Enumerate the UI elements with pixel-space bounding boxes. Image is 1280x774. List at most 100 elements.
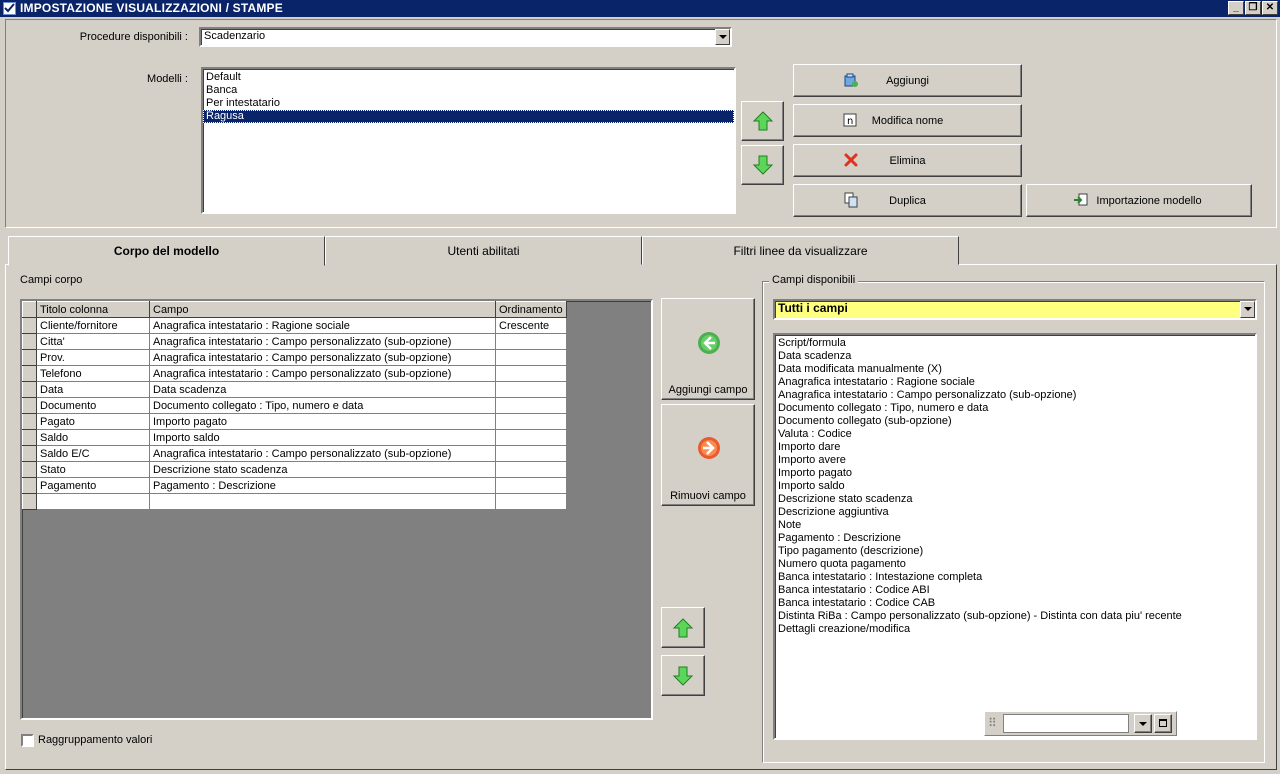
cell-titolo[interactable]: Data bbox=[36, 381, 150, 398]
cell-titolo[interactable]: Citta' bbox=[36, 333, 150, 350]
cell-ordinamento[interactable] bbox=[495, 333, 567, 350]
chevron-down-icon[interactable] bbox=[715, 29, 730, 45]
table-row[interactable]: Stato Descrizione stato scadenza bbox=[22, 461, 567, 478]
table-row[interactable]: Pagato Importo pagato bbox=[22, 413, 567, 430]
col-header-titolo[interactable]: Titolo colonna bbox=[36, 301, 150, 318]
table-row[interactable] bbox=[22, 493, 567, 510]
cell-ordinamento[interactable] bbox=[495, 493, 567, 510]
grip-icon[interactable]: ⠿ bbox=[988, 716, 997, 730]
table-row[interactable]: Cliente/fornitore Anagrafica intestatario… bbox=[22, 317, 567, 334]
row-header[interactable] bbox=[22, 333, 37, 350]
row-header[interactable] bbox=[22, 349, 37, 366]
cell-titolo[interactable]: Stato bbox=[36, 461, 150, 478]
table-row[interactable]: Pagamento Pagamento : Descrizione bbox=[22, 477, 567, 494]
row-header[interactable] bbox=[22, 413, 37, 430]
cell-campo[interactable]: Anagrafica intestatario : Campo personal… bbox=[149, 445, 496, 462]
campo-disponibile-item[interactable]: Descrizione stato scadenza bbox=[775, 493, 1255, 506]
campo-disponibile-item[interactable]: Anagrafica intestatario : Ragione social… bbox=[775, 376, 1255, 389]
campo-disponibile-item[interactable]: Documento collegato (sub-opzione) bbox=[775, 415, 1255, 428]
cell-titolo[interactable]: Pagamento bbox=[36, 477, 150, 494]
cell-ordinamento[interactable] bbox=[495, 477, 567, 494]
table-row[interactable]: Saldo Importo saldo bbox=[22, 429, 567, 446]
aggiungi-campo-button[interactable]: Aggiungi campo bbox=[661, 298, 755, 400]
tab-corpo-del-modello[interactable]: Corpo del modello bbox=[8, 236, 325, 266]
campo-disponibile-item[interactable]: Valuta : Codice bbox=[775, 428, 1255, 441]
campo-disponibile-item[interactable]: Dettagli creazione/modifica bbox=[775, 623, 1255, 636]
campo-disponibile-item[interactable]: Banca intestatario : Codice CAB bbox=[775, 597, 1255, 610]
row-header[interactable] bbox=[22, 477, 37, 494]
cell-ordinamento[interactable] bbox=[495, 461, 567, 478]
campo-disponibile-item[interactable]: Descrizione aggiuntiva bbox=[775, 506, 1255, 519]
cell-ordinamento[interactable] bbox=[495, 445, 567, 462]
chevron-down-icon[interactable] bbox=[1240, 301, 1255, 318]
cell-titolo[interactable] bbox=[36, 493, 150, 510]
cell-titolo[interactable]: Saldo E/C bbox=[36, 445, 150, 462]
campo-disponibile-item[interactable]: Tipo pagamento (descrizione) bbox=[775, 545, 1255, 558]
cell-ordinamento[interactable] bbox=[495, 365, 567, 382]
row-header[interactable] bbox=[22, 429, 37, 446]
field-move-down-button[interactable] bbox=[661, 655, 705, 696]
minimize-button[interactable]: _ bbox=[1228, 1, 1244, 15]
cell-titolo[interactable]: Telefono bbox=[36, 365, 150, 382]
cell-titolo[interactable]: Prov. bbox=[36, 349, 150, 366]
campo-disponibile-item[interactable]: Importo saldo bbox=[775, 480, 1255, 493]
campo-disponibile-item[interactable]: Importo pagato bbox=[775, 467, 1255, 480]
model-move-down-button[interactable] bbox=[741, 145, 784, 185]
campo-disponibile-item[interactable]: Data modificata manualmente (X) bbox=[775, 363, 1255, 376]
cell-campo[interactable]: Anagrafica intestatario : Campo personal… bbox=[149, 349, 496, 366]
restore-button[interactable]: ❐ bbox=[1245, 1, 1261, 15]
search-window-button[interactable] bbox=[1154, 714, 1172, 733]
cell-campo[interactable]: Pagamento : Descrizione bbox=[149, 477, 496, 494]
cell-campo[interactable]: Anagrafica intestatario : Ragione social… bbox=[149, 317, 496, 334]
rimuovi-campo-button[interactable]: Rimuovi campo bbox=[661, 404, 755, 506]
campo-disponibile-item[interactable]: Pagamento : Descrizione bbox=[775, 532, 1255, 545]
cell-titolo[interactable]: Saldo bbox=[36, 429, 150, 446]
campi-disponibili-list[interactable]: Script/formula Data scadenza Data modifica… bbox=[773, 333, 1257, 740]
cell-ordinamento[interactable] bbox=[495, 413, 567, 430]
close-button[interactable]: ✕ bbox=[1262, 1, 1278, 15]
campo-disponibile-item[interactable]: Anagrafica intestatario : Campo personal… bbox=[775, 389, 1255, 402]
cell-titolo[interactable]: Pagato bbox=[36, 413, 150, 430]
raggruppamento-checkbox[interactable] bbox=[21, 734, 34, 747]
modello-item-selected[interactable]: Ragusa bbox=[203, 110, 734, 123]
procedure-select[interactable]: Scadenzario bbox=[199, 27, 732, 47]
model-move-up-button[interactable] bbox=[741, 101, 784, 141]
campo-disponibile-item[interactable]: Importo avere bbox=[775, 454, 1255, 467]
table-row[interactable]: Telefono Anagrafica intestatario : Campo … bbox=[22, 365, 567, 382]
cell-campo[interactable] bbox=[149, 493, 496, 510]
row-header[interactable] bbox=[22, 397, 37, 414]
modello-item[interactable]: Default bbox=[203, 71, 734, 84]
campo-disponibile-item[interactable]: Data scadenza bbox=[775, 350, 1255, 363]
campo-disponibile-item[interactable]: Note bbox=[775, 519, 1255, 532]
campo-disponibile-item[interactable]: Distinta RiBa : Campo personalizzato (su… bbox=[775, 610, 1255, 623]
campo-disponibile-item[interactable]: Documento collegato : Tipo, numero e dat… bbox=[775, 402, 1255, 415]
search-input[interactable] bbox=[1003, 714, 1129, 733]
cell-campo[interactable]: Data scadenza bbox=[149, 381, 496, 398]
cell-campo[interactable]: Documento collegato : Tipo, numero e dat… bbox=[149, 397, 496, 414]
row-header[interactable] bbox=[22, 317, 37, 334]
campo-disponibile-item[interactable]: Script/formula bbox=[775, 337, 1255, 350]
cell-campo[interactable]: Importo pagato bbox=[149, 413, 496, 430]
row-header[interactable] bbox=[22, 365, 37, 382]
campi-corpo-grid[interactable]: Titolo colonna Campo Ordinamento Cliente… bbox=[20, 299, 653, 720]
row-header[interactable] bbox=[22, 461, 37, 478]
cell-ordinamento[interactable] bbox=[495, 429, 567, 446]
cell-campo[interactable]: Anagrafica intestatario : Campo personal… bbox=[149, 333, 496, 350]
row-header[interactable] bbox=[22, 381, 37, 398]
table-row[interactable]: Citta' Anagrafica intestatario : Campo pe… bbox=[22, 333, 567, 350]
cell-titolo[interactable]: Documento bbox=[36, 397, 150, 414]
cell-campo[interactable]: Descrizione stato scadenza bbox=[149, 461, 496, 478]
cell-ordinamento[interactable] bbox=[495, 397, 567, 414]
modello-item[interactable]: Banca bbox=[203, 84, 734, 97]
campi-filter-select[interactable]: Tutti i campi bbox=[773, 299, 1257, 320]
campo-disponibile-item[interactable]: Banca intestatario : Codice ABI bbox=[775, 584, 1255, 597]
row-header[interactable] bbox=[22, 493, 37, 510]
cell-ordinamento[interactable] bbox=[495, 349, 567, 366]
campo-disponibile-item[interactable]: Importo dare bbox=[775, 441, 1255, 454]
tab-utenti-abilitati[interactable]: Utenti abilitati bbox=[325, 236, 642, 265]
cell-campo[interactable]: Importo saldo bbox=[149, 429, 496, 446]
elimina-button[interactable]: Elimina bbox=[793, 144, 1022, 177]
campo-disponibile-item[interactable]: Numero quota pagamento bbox=[775, 558, 1255, 571]
table-row[interactable]: Documento Documento collegato : Tipo, num… bbox=[22, 397, 567, 414]
col-header-ordinamento[interactable]: Ordinamento bbox=[495, 301, 567, 318]
